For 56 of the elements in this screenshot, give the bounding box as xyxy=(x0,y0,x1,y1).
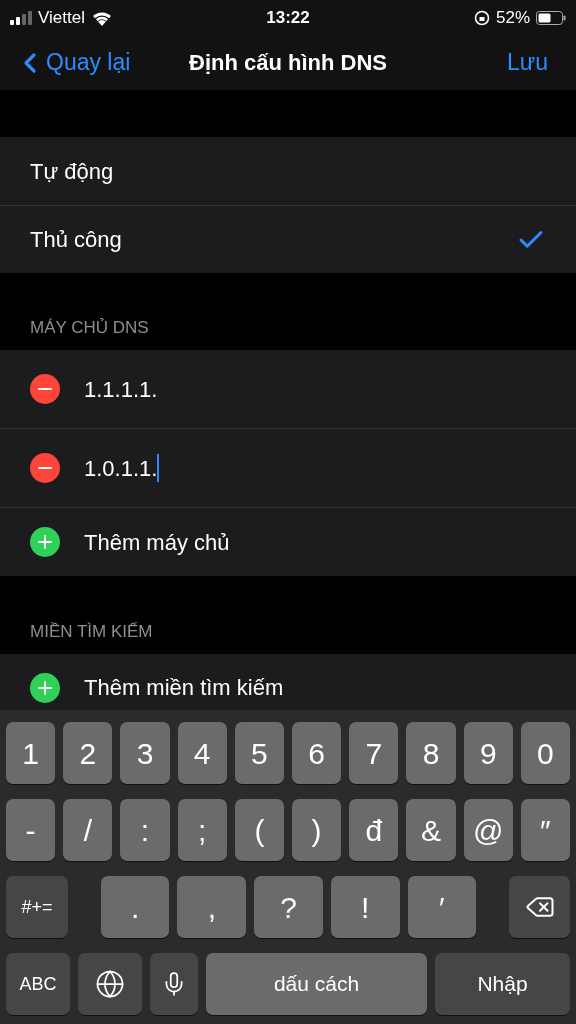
signal-icon xyxy=(10,10,32,25)
key[interactable]: đ xyxy=(349,799,399,861)
add-icon[interactable] xyxy=(30,527,60,557)
rotation-lock-icon xyxy=(474,9,490,26)
text-cursor xyxy=(157,454,160,482)
save-button[interactable]: Lưu xyxy=(507,45,562,80)
back-button[interactable]: Quay lại xyxy=(14,45,144,80)
section-header: MÁY CHỦ DNS xyxy=(29,316,150,339)
dns-server-field[interactable]: 1.1.1.1. xyxy=(84,372,158,406)
key[interactable]: . xyxy=(100,876,170,938)
mode-option[interactable]: Thủ công xyxy=(0,205,576,273)
key[interactable]: ″ xyxy=(520,799,571,861)
return-key[interactable]: Nhập xyxy=(435,953,570,1015)
globe-key[interactable] xyxy=(78,953,142,1015)
wifi-icon xyxy=(90,9,113,26)
key[interactable]: 4 xyxy=(177,722,227,784)
key[interactable]: 6 xyxy=(292,722,342,784)
carrier-name: Viettel xyxy=(38,6,85,29)
key[interactable]: 9 xyxy=(463,722,513,784)
key[interactable]: , xyxy=(177,876,247,938)
symbols-key[interactable]: #+= xyxy=(6,876,68,938)
page-title: Định cấu hình DNS xyxy=(189,49,387,77)
globe-icon xyxy=(95,969,125,999)
key[interactable]: 3 xyxy=(120,722,170,784)
key[interactable]: ; xyxy=(177,799,227,861)
key[interactable]: 7 xyxy=(349,722,399,784)
key[interactable]: ? xyxy=(254,876,323,938)
add-server-label[interactable]: Thêm máy chủ xyxy=(84,525,230,559)
delete-key[interactable] xyxy=(509,876,570,938)
dns-server-field[interactable]: 1.0.1.1. xyxy=(84,451,160,485)
add-icon[interactable] xyxy=(30,673,60,703)
add-search-domain-label[interactable]: Thêm miền tìm kiếm xyxy=(84,673,284,703)
remove-icon[interactable] xyxy=(30,453,60,483)
mode-option[interactable]: Tự động xyxy=(0,137,576,205)
key[interactable]: & xyxy=(406,799,456,861)
space-key[interactable]: dấu cách xyxy=(206,953,427,1015)
key[interactable]: 8 xyxy=(406,722,456,784)
battery-icon xyxy=(536,10,566,25)
key[interactable]: ! xyxy=(330,876,400,938)
key[interactable]: 0 xyxy=(520,722,571,784)
battery-percentage: 52% xyxy=(496,6,530,29)
key[interactable]: 1 xyxy=(6,722,56,784)
section-header: MIỀN TÌM KIẾM xyxy=(29,620,154,643)
key[interactable]: 2 xyxy=(63,722,113,784)
key[interactable]: ( xyxy=(234,799,284,861)
remove-icon[interactable] xyxy=(30,374,60,404)
clock: 13:22 xyxy=(266,6,310,29)
abc-key[interactable]: ABC xyxy=(6,953,70,1015)
microphone-key[interactable] xyxy=(150,953,198,1015)
key[interactable]: ′ xyxy=(407,876,477,938)
key[interactable]: / xyxy=(63,799,113,861)
key[interactable]: @ xyxy=(463,799,513,861)
key[interactable]: : xyxy=(120,799,170,861)
key[interactable]: ) xyxy=(292,799,342,861)
key[interactable]: - xyxy=(6,799,56,861)
key[interactable]: 5 xyxy=(234,722,284,784)
